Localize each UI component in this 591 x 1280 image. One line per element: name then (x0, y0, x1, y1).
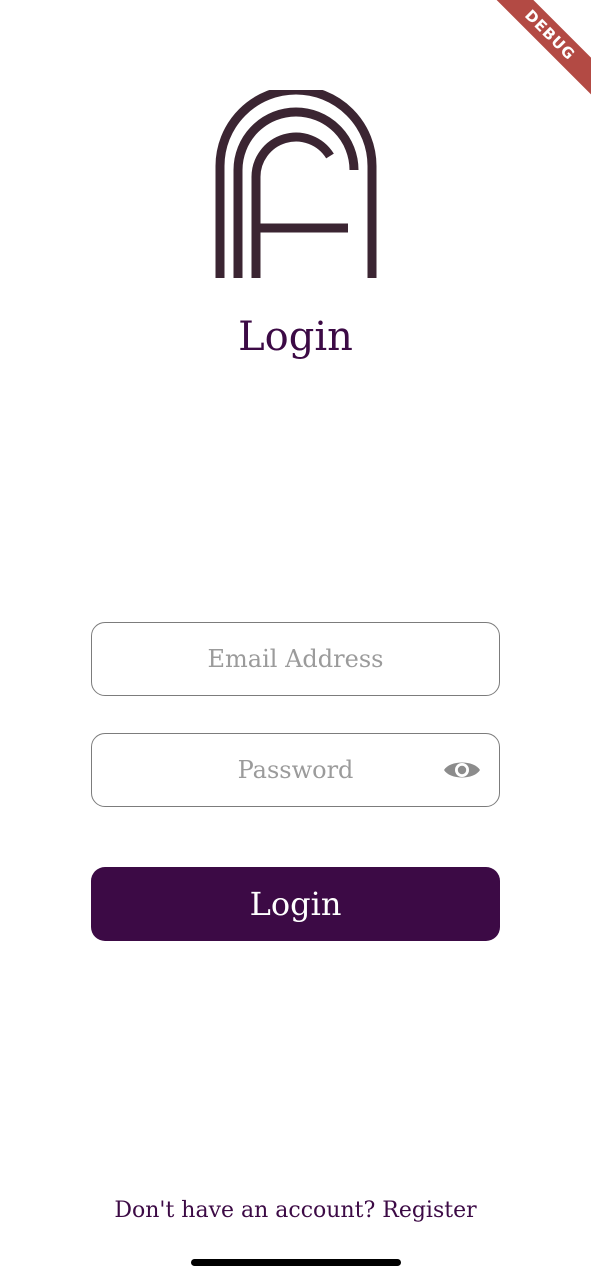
page-title: Login (238, 314, 353, 360)
register-prompt-text: Don't have an account? (114, 1198, 376, 1223)
eye-icon[interactable] (443, 757, 481, 783)
login-screen: DEBUG Login Login Don't have an account?… (0, 0, 591, 1280)
register-link[interactable]: Register (382, 1198, 476, 1223)
debug-banner-label: DEBUG (491, 0, 591, 98)
password-input[interactable] (92, 734, 499, 806)
email-input[interactable] (92, 623, 499, 695)
debug-ribbon: DEBUG (491, 0, 591, 100)
password-field-container (91, 733, 500, 807)
home-indicator[interactable] (191, 1259, 401, 1266)
app-logo-icon (215, 90, 377, 278)
register-prompt: Don't have an account? Register (0, 1198, 591, 1223)
email-field-container (91, 622, 500, 696)
login-button[interactable]: Login (91, 867, 500, 941)
